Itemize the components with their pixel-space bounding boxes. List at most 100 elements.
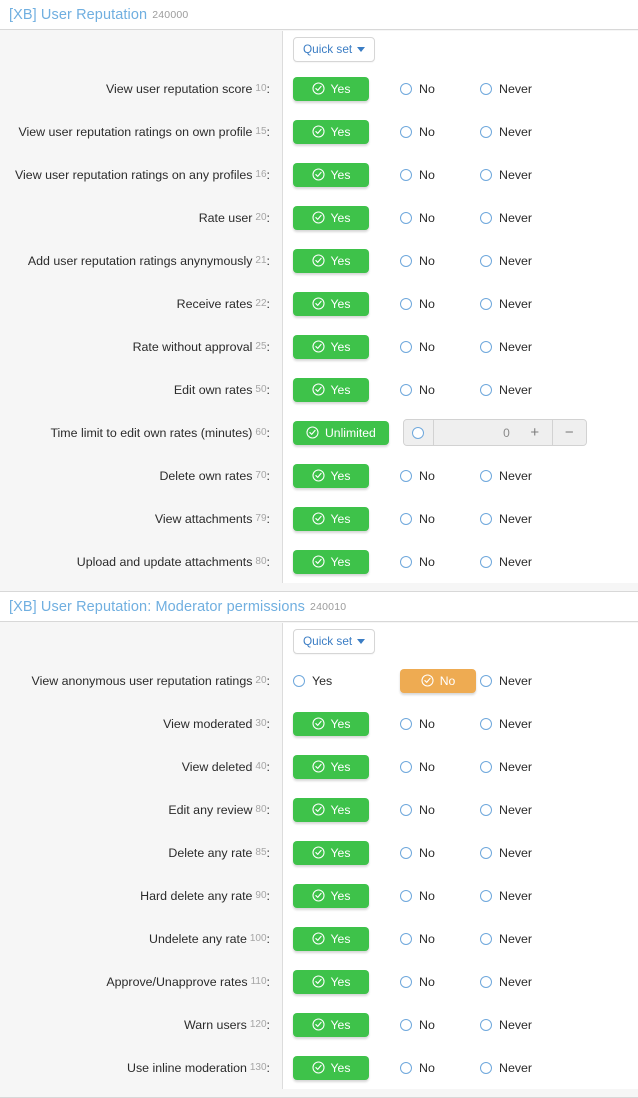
choice-no[interactable]: No bbox=[400, 975, 480, 989]
choice-no[interactable]: No bbox=[400, 803, 480, 817]
choice-never[interactable]: Never bbox=[480, 889, 570, 903]
choice-yes-pill[interactable]: Yes bbox=[293, 969, 369, 994]
choice-never[interactable]: Never bbox=[480, 760, 570, 774]
choice-yes-pill[interactable]: Yes bbox=[293, 754, 369, 779]
choice-no[interactable]: No bbox=[400, 932, 480, 946]
choice-no-radio[interactable] bbox=[400, 717, 412, 730]
choice-yes[interactable]: Yes bbox=[293, 797, 400, 822]
choice-yes[interactable]: Yes bbox=[293, 205, 400, 230]
choice-never[interactable]: Never bbox=[480, 932, 570, 946]
choice-never-radio[interactable] bbox=[480, 889, 492, 902]
choice-no-radio[interactable] bbox=[400, 469, 412, 482]
minutes-input[interactable] bbox=[433, 420, 518, 445]
choice-yes[interactable]: Yes bbox=[293, 377, 400, 402]
choice-never[interactable]: Never bbox=[480, 254, 570, 268]
quick-set-button[interactable]: Quick set bbox=[293, 36, 376, 62]
choice-never[interactable]: Never bbox=[480, 211, 570, 225]
stepper-increment-button[interactable]: + bbox=[517, 420, 552, 445]
choice-yes-pill[interactable]: Yes bbox=[293, 840, 369, 865]
choice-never-radio[interactable] bbox=[480, 383, 492, 396]
choice-no[interactable]: No bbox=[400, 254, 480, 268]
choice-never-radio[interactable] bbox=[480, 717, 492, 730]
minutes-stepper[interactable]: +− bbox=[402, 419, 587, 446]
choice-yes-pill[interactable]: Yes bbox=[293, 76, 369, 101]
choice-yes[interactable]: Yes bbox=[293, 840, 400, 865]
choice-never[interactable]: Never bbox=[480, 512, 570, 526]
choice-no-radio[interactable] bbox=[400, 1018, 412, 1031]
choice-no-radio[interactable] bbox=[400, 125, 412, 138]
choice-never[interactable]: Never bbox=[480, 469, 570, 483]
choice-unlimited[interactable]: Unlimited bbox=[293, 420, 389, 445]
choice-unlimited-pill[interactable]: Unlimited bbox=[293, 420, 389, 445]
choice-never[interactable]: Never bbox=[480, 1061, 570, 1075]
choice-never-radio[interactable] bbox=[480, 555, 492, 568]
choice-no-radio[interactable] bbox=[400, 975, 412, 988]
choice-no[interactable]: No bbox=[400, 168, 480, 182]
choice-yes-pill[interactable]: Yes bbox=[293, 1055, 369, 1080]
choice-no[interactable]: No bbox=[400, 469, 480, 483]
choice-no[interactable]: No bbox=[400, 512, 480, 526]
choice-yes-pill[interactable]: Yes bbox=[293, 377, 369, 402]
choice-no-radio[interactable] bbox=[400, 803, 412, 816]
choice-never[interactable]: Never bbox=[480, 717, 570, 731]
choice-no-radio[interactable] bbox=[400, 1061, 412, 1074]
stepper-decrement-button[interactable]: − bbox=[551, 420, 586, 445]
choice-never-radio[interactable] bbox=[480, 846, 492, 859]
choice-yes-pill[interactable]: Yes bbox=[293, 711, 369, 736]
choice-yes[interactable]: Yes bbox=[293, 291, 400, 316]
choice-never[interactable]: Never bbox=[480, 674, 570, 688]
choice-never[interactable]: Never bbox=[480, 297, 570, 311]
choice-never-radio[interactable] bbox=[480, 340, 492, 353]
choice-never-radio[interactable] bbox=[480, 254, 492, 267]
choice-never[interactable]: Never bbox=[480, 82, 570, 96]
choice-never-radio[interactable] bbox=[480, 168, 492, 181]
choice-yes[interactable]: Yes bbox=[293, 969, 400, 994]
choice-no-radio[interactable] bbox=[400, 211, 412, 224]
choice-no-radio[interactable] bbox=[400, 760, 412, 773]
choice-never[interactable]: Never bbox=[480, 975, 570, 989]
choice-yes-pill[interactable]: Yes bbox=[293, 162, 369, 187]
choice-no[interactable]: No bbox=[400, 82, 480, 96]
choice-never-radio[interactable] bbox=[480, 803, 492, 816]
choice-yes[interactable]: Yes bbox=[293, 549, 400, 574]
section-title[interactable]: [XB] User Reputation bbox=[9, 7, 147, 23]
choice-never-radio[interactable] bbox=[480, 674, 492, 687]
choice-yes-pill[interactable]: Yes bbox=[293, 926, 369, 951]
choice-no[interactable]: No bbox=[400, 555, 480, 569]
choice-no-radio[interactable] bbox=[400, 168, 412, 181]
choice-never[interactable]: Never bbox=[480, 803, 570, 817]
choice-no[interactable]: No bbox=[400, 125, 480, 139]
choice-no-radio[interactable] bbox=[400, 889, 412, 902]
choice-no-radio[interactable] bbox=[400, 512, 412, 525]
choice-never-radio[interactable] bbox=[480, 1018, 492, 1031]
choice-no[interactable]: No bbox=[400, 717, 480, 731]
choice-yes[interactable]: Yes bbox=[293, 1055, 400, 1080]
choice-yes[interactable]: Yes bbox=[293, 248, 400, 273]
choice-no-pill[interactable]: No bbox=[400, 668, 476, 693]
choice-yes-pill[interactable]: Yes bbox=[293, 549, 369, 574]
choice-no[interactable]: No bbox=[400, 297, 480, 311]
stepper-radio-ring[interactable] bbox=[412, 426, 425, 439]
choice-no[interactable]: No bbox=[400, 1061, 480, 1075]
choice-no[interactable]: No bbox=[400, 340, 480, 354]
choice-yes-pill[interactable]: Yes bbox=[293, 291, 369, 316]
choice-never[interactable]: Never bbox=[480, 846, 570, 860]
choice-yes[interactable]: Yes bbox=[293, 926, 400, 951]
choice-no[interactable]: No bbox=[400, 668, 480, 693]
choice-yes[interactable]: Yes bbox=[293, 463, 400, 488]
choice-no[interactable]: No bbox=[400, 846, 480, 860]
choice-yes-pill[interactable]: Yes bbox=[293, 248, 369, 273]
choice-never[interactable]: Never bbox=[480, 555, 570, 569]
choice-never-radio[interactable] bbox=[480, 760, 492, 773]
choice-yes-pill[interactable]: Yes bbox=[293, 463, 369, 488]
choice-never[interactable]: Never bbox=[480, 383, 570, 397]
choice-yes-pill[interactable]: Yes bbox=[293, 506, 369, 531]
choice-yes[interactable]: Yes bbox=[293, 162, 400, 187]
choice-no[interactable]: No bbox=[400, 760, 480, 774]
choice-yes[interactable]: Yes bbox=[293, 1012, 400, 1037]
choice-never-radio[interactable] bbox=[480, 1061, 492, 1074]
choice-no[interactable]: No bbox=[400, 211, 480, 225]
choice-yes-pill[interactable]: Yes bbox=[293, 797, 369, 822]
choice-never[interactable]: Never bbox=[480, 168, 570, 182]
choice-never-radio[interactable] bbox=[480, 297, 492, 310]
